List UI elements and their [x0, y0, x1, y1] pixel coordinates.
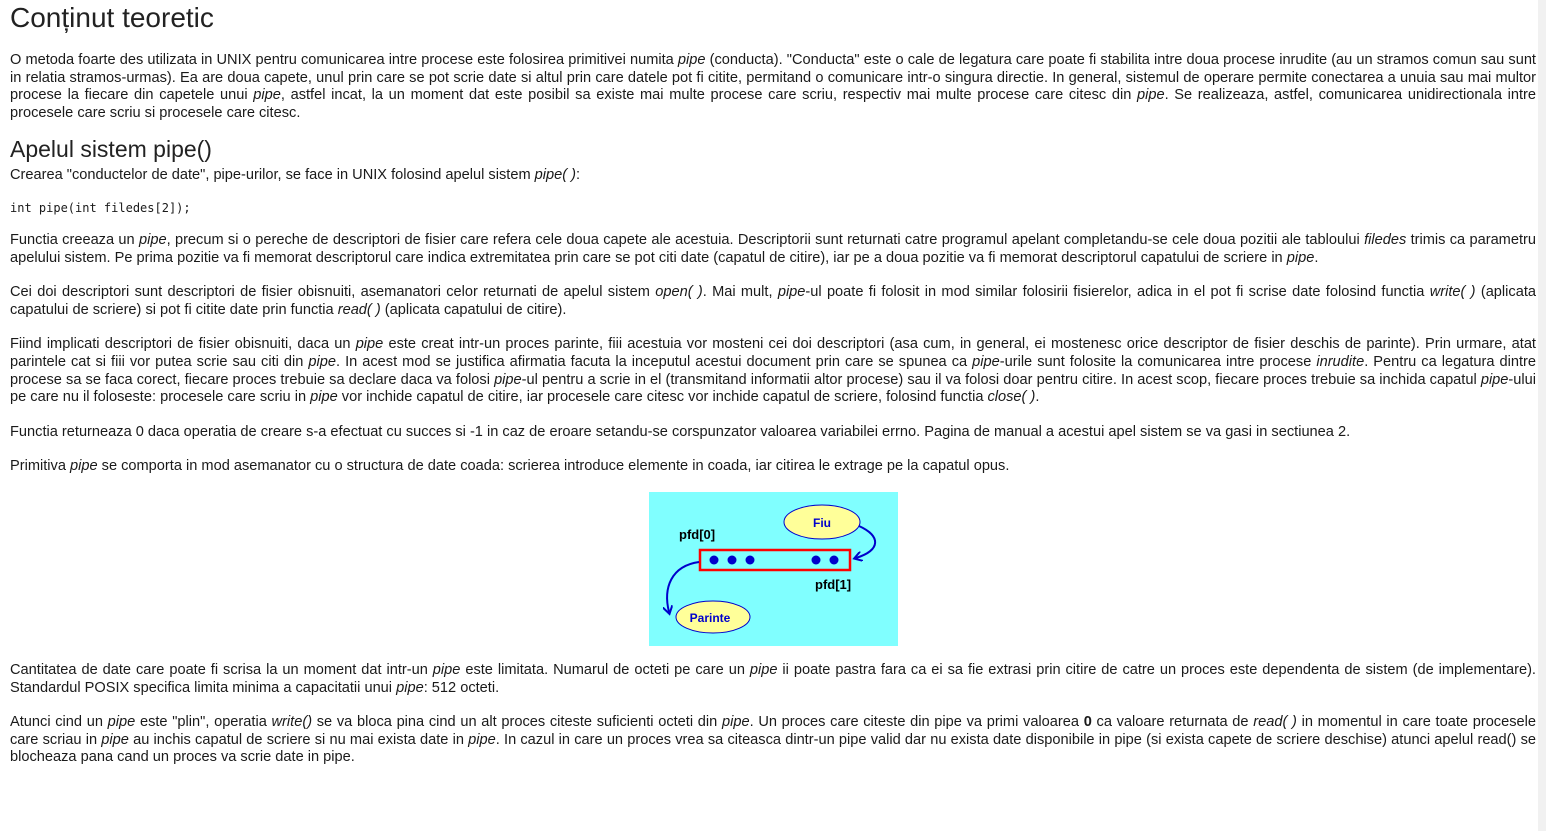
- intro-paragraph: O metoda foarte des utilizata in UNIX pe…: [10, 52, 1536, 121]
- write-end-label: pfd[1]: [815, 577, 851, 592]
- capacity-paragraph: Cantitatea de date care poate fi scrisa …: [10, 661, 1536, 696]
- pipe-diagram-svg: Fiu pfd[0] pfd[1] Parinte: [649, 504, 876, 634]
- inheritance-paragraph: Fiind implicati descriptori de fisier ob…: [10, 336, 1537, 406]
- function-description-paragraph: Functia creeaza un pipe, precum si o per…: [10, 231, 1536, 266]
- data-dot: [709, 555, 718, 565]
- data-dot: [829, 555, 838, 565]
- return-value-paragraph: Functia returneaza 0 daca operatia de cr…: [10, 423, 1351, 440]
- queue-paragraph: Primitiva pipe se comporta in mod aseman…: [10, 458, 1010, 475]
- data-dot: [811, 555, 820, 565]
- full-pipe-paragraph: Atunci cind un pipe este "plin", operati…: [10, 714, 1537, 766]
- section-heading: Apelul sistem pipe(): [10, 136, 212, 163]
- page-title: Conținut teoretic: [10, 2, 214, 33]
- pipe-rectangle: [698, 548, 851, 572]
- figure-container: Fiu pfd[0] pfd[1] Parinte: [10, 491, 1536, 646]
- pipe-diagram: Fiu pfd[0] pfd[1] Parinte: [648, 491, 898, 646]
- code-snippet: int pipe(int filedes[2]);: [10, 200, 191, 215]
- write-arrow: [856, 524, 876, 558]
- vertical-scrollbar[interactable]: [1538, 0, 1546, 831]
- document-page: Conținut teoretic O metoda foarte des ut…: [0, 0, 1546, 767]
- data-dot: [727, 555, 736, 565]
- child-process-label: Fiu: [813, 516, 831, 530]
- pipe-call-paragraph: Crearea "conductelor de date", pipe-uril…: [10, 167, 581, 184]
- read-end-label: pfd[0]: [679, 527, 715, 542]
- descriptors-paragraph: Cei doi descriptori sunt descriptori de …: [10, 284, 1536, 318]
- data-dot: [745, 555, 754, 565]
- parent-process-label: Parinte: [689, 611, 730, 625]
